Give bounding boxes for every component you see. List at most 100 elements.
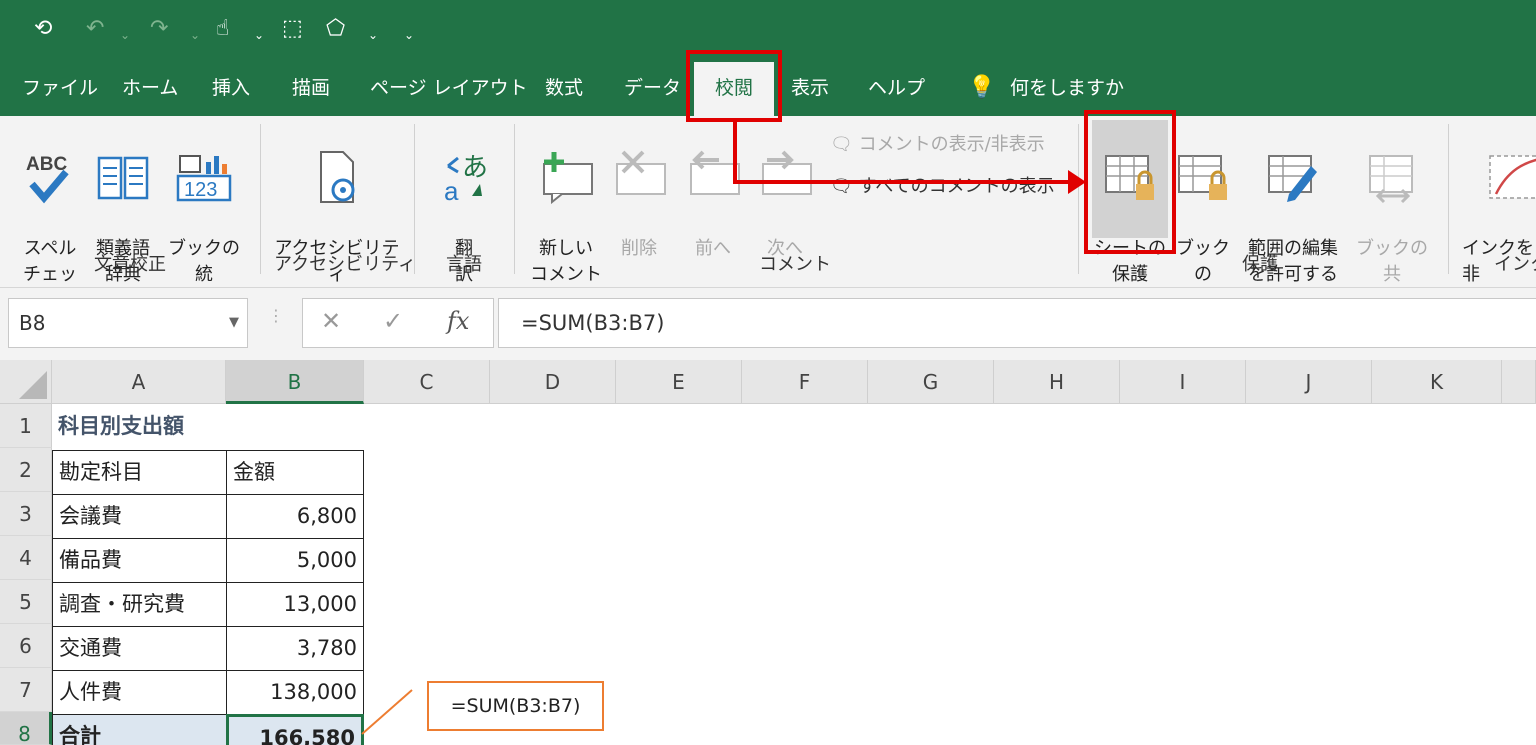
name-box-dropdown-icon[interactable]: ▼ [229, 299, 239, 347]
row-header[interactable]: 3 [0, 492, 52, 536]
table-cell[interactable]: 13,000 [226, 582, 364, 627]
touch-dropdown-icon[interactable]: ⌄ [254, 20, 264, 50]
translate-icon: あ a [444, 153, 488, 204]
formula-bar-actions: ✕ ✓ fx [302, 298, 494, 348]
allow-edit-ranges-icon [1268, 155, 1317, 202]
tab-file[interactable]: ファイル [22, 62, 98, 116]
row-header[interactable]: 6 [0, 624, 52, 668]
column-header-l[interactable] [1502, 360, 1536, 404]
book-icon [97, 156, 149, 200]
table-cell[interactable]: 備品費 [52, 538, 227, 583]
undo-dropdown-icon[interactable]: ⌄ [120, 20, 130, 50]
tab-data[interactable]: データ [624, 62, 681, 116]
group-protect-label: 保護 [1242, 254, 1278, 275]
shape-select-icon[interactable]: ⬠ [326, 14, 345, 44]
autosave-icon[interactable]: ⟲ [34, 14, 52, 44]
table-header-cell[interactable]: 金額 [226, 450, 364, 495]
shape-dropdown-icon[interactable]: ⌄ [368, 20, 378, 50]
ribbon-separator [260, 124, 261, 274]
total-value-cell[interactable]: 166,580 [226, 714, 364, 745]
show-hide-comment-button[interactable]: 🗨 コメントの表示/非表示 [830, 130, 1045, 156]
row-header[interactable]: 8 [0, 712, 52, 745]
touch-mode-icon[interactable]: ☝ [216, 14, 229, 44]
new-comment-label: 新しい コメント [530, 238, 602, 285]
customize-toolbar-icon[interactable]: ⌄ [404, 20, 414, 50]
redo-icon[interactable]: ↷ [150, 14, 168, 44]
undo-icon[interactable]: ↶ [86, 14, 104, 44]
select-area-icon[interactable]: ⬚ [282, 14, 303, 44]
show-all-comments-button[interactable]: 🗨 すべてのコメントの表示 [830, 172, 1055, 198]
formula-callout: =SUM(B3:B7) [427, 681, 604, 731]
table-cell[interactable]: 6,800 [226, 494, 364, 539]
tab-formulas[interactable]: 数式 [545, 62, 583, 116]
column-header-i[interactable]: I [1120, 360, 1246, 404]
row-header[interactable]: 2 [0, 448, 52, 492]
select-all-icon [19, 371, 47, 399]
row-header[interactable]: 4 [0, 536, 52, 580]
accessibility-icon [320, 151, 355, 203]
column-header-b[interactable]: B [226, 360, 364, 404]
row-header[interactable]: 5 [0, 580, 52, 624]
cancel-icon[interactable]: ✕ [321, 307, 341, 335]
table-header-cell[interactable]: 勘定科目 [52, 450, 227, 495]
next-comment-button[interactable]: 次へ [752, 124, 818, 262]
table-cell[interactable]: 5,000 [226, 538, 364, 583]
unshare-workbook-button[interactable]: ブックの共 有を解除 [1348, 124, 1436, 314]
column-header-d[interactable]: D [490, 360, 616, 404]
group-accessibility-label: アクセシビリティ [274, 254, 417, 275]
protect-workbook-button[interactable]: ブックの 保護 [1170, 124, 1236, 314]
insert-function-icon[interactable]: fx [447, 307, 469, 335]
table-title[interactable]: 科目別支出額 [52, 404, 352, 448]
row-header[interactable]: 1 [0, 404, 52, 448]
select-all-button[interactable] [0, 360, 52, 404]
svg-text:a: a [444, 176, 459, 204]
tab-help[interactable]: ヘルプ [868, 62, 925, 116]
spell-check-button[interactable]: ABC スペル チェック [16, 124, 84, 314]
tab-draw[interactable]: 描画 [292, 62, 330, 116]
table-cell[interactable]: 3,780 [226, 626, 364, 671]
tab-insert[interactable]: 挿入 [212, 62, 250, 116]
formula-bar-grip-icon[interactable]: ⋮ [268, 306, 284, 325]
column-header-j[interactable]: J [1246, 360, 1372, 404]
name-box[interactable]: B8 ▼ [8, 298, 248, 348]
next-comment-icon [762, 150, 812, 195]
callout-leader-line [361, 689, 413, 735]
redo-dropdown-icon[interactable]: ⌄ [190, 20, 200, 50]
table-cell[interactable]: 調査・研究費 [52, 582, 227, 627]
svg-text:あ: あ [462, 153, 488, 183]
row-header[interactable]: 7 [0, 668, 52, 712]
accessibility-check-button[interactable]: アクセシビリティ チェック ⌄ [272, 124, 402, 314]
name-box-value: B8 [19, 311, 46, 335]
ribbon-separator [414, 124, 415, 274]
svg-text:123: 123 [184, 179, 217, 201]
lightbulb-icon: 💡 [968, 75, 996, 100]
previous-comment-label: 前へ [695, 238, 731, 259]
column-header-e[interactable]: E [616, 360, 742, 404]
table-cell[interactable]: 138,000 [226, 670, 364, 715]
formula-input[interactable]: =SUM(B3:B7) [498, 298, 1536, 348]
column-header-k[interactable]: K [1372, 360, 1502, 404]
column-header-a[interactable]: A [52, 360, 226, 404]
formula-bar: B8 ▼ ⋮ ✕ ✓ fx =SUM(B3:B7) [0, 288, 1536, 360]
tab-home[interactable]: ホーム [122, 62, 178, 116]
total-label-cell[interactable]: 合計 [52, 714, 227, 745]
hide-ink-button[interactable]: インクを非 示にする [1462, 124, 1536, 314]
group-language-label: 言語 [446, 254, 482, 275]
tab-page-layout[interactable]: ページ レイアウト [370, 62, 528, 116]
enter-icon[interactable]: ✓ [383, 307, 403, 335]
new-comment-icon [543, 152, 593, 204]
tab-view[interactable]: 表示 [791, 62, 829, 116]
table-cell[interactable]: 会議費 [52, 494, 227, 539]
tell-me-search[interactable]: 何をしますか [1010, 62, 1124, 116]
column-header-c[interactable]: C [364, 360, 490, 404]
workbook-stats-button[interactable]: 123 ブックの統 計情報 [162, 124, 246, 314]
column-header-g[interactable]: G [868, 360, 994, 404]
table-cell[interactable]: 人件費 [52, 670, 227, 715]
new-comment-button[interactable]: 新しい コメント [528, 124, 604, 288]
column-header-h[interactable]: H [994, 360, 1120, 404]
table-cell[interactable]: 交通費 [52, 626, 227, 671]
group-proofing-label: 文章校正 [94, 254, 166, 275]
delete-comment-button[interactable]: 削除 [606, 124, 672, 262]
show-hide-comment-label: コメントの表示/非表示 [858, 134, 1045, 155]
column-header-f[interactable]: F [742, 360, 868, 404]
